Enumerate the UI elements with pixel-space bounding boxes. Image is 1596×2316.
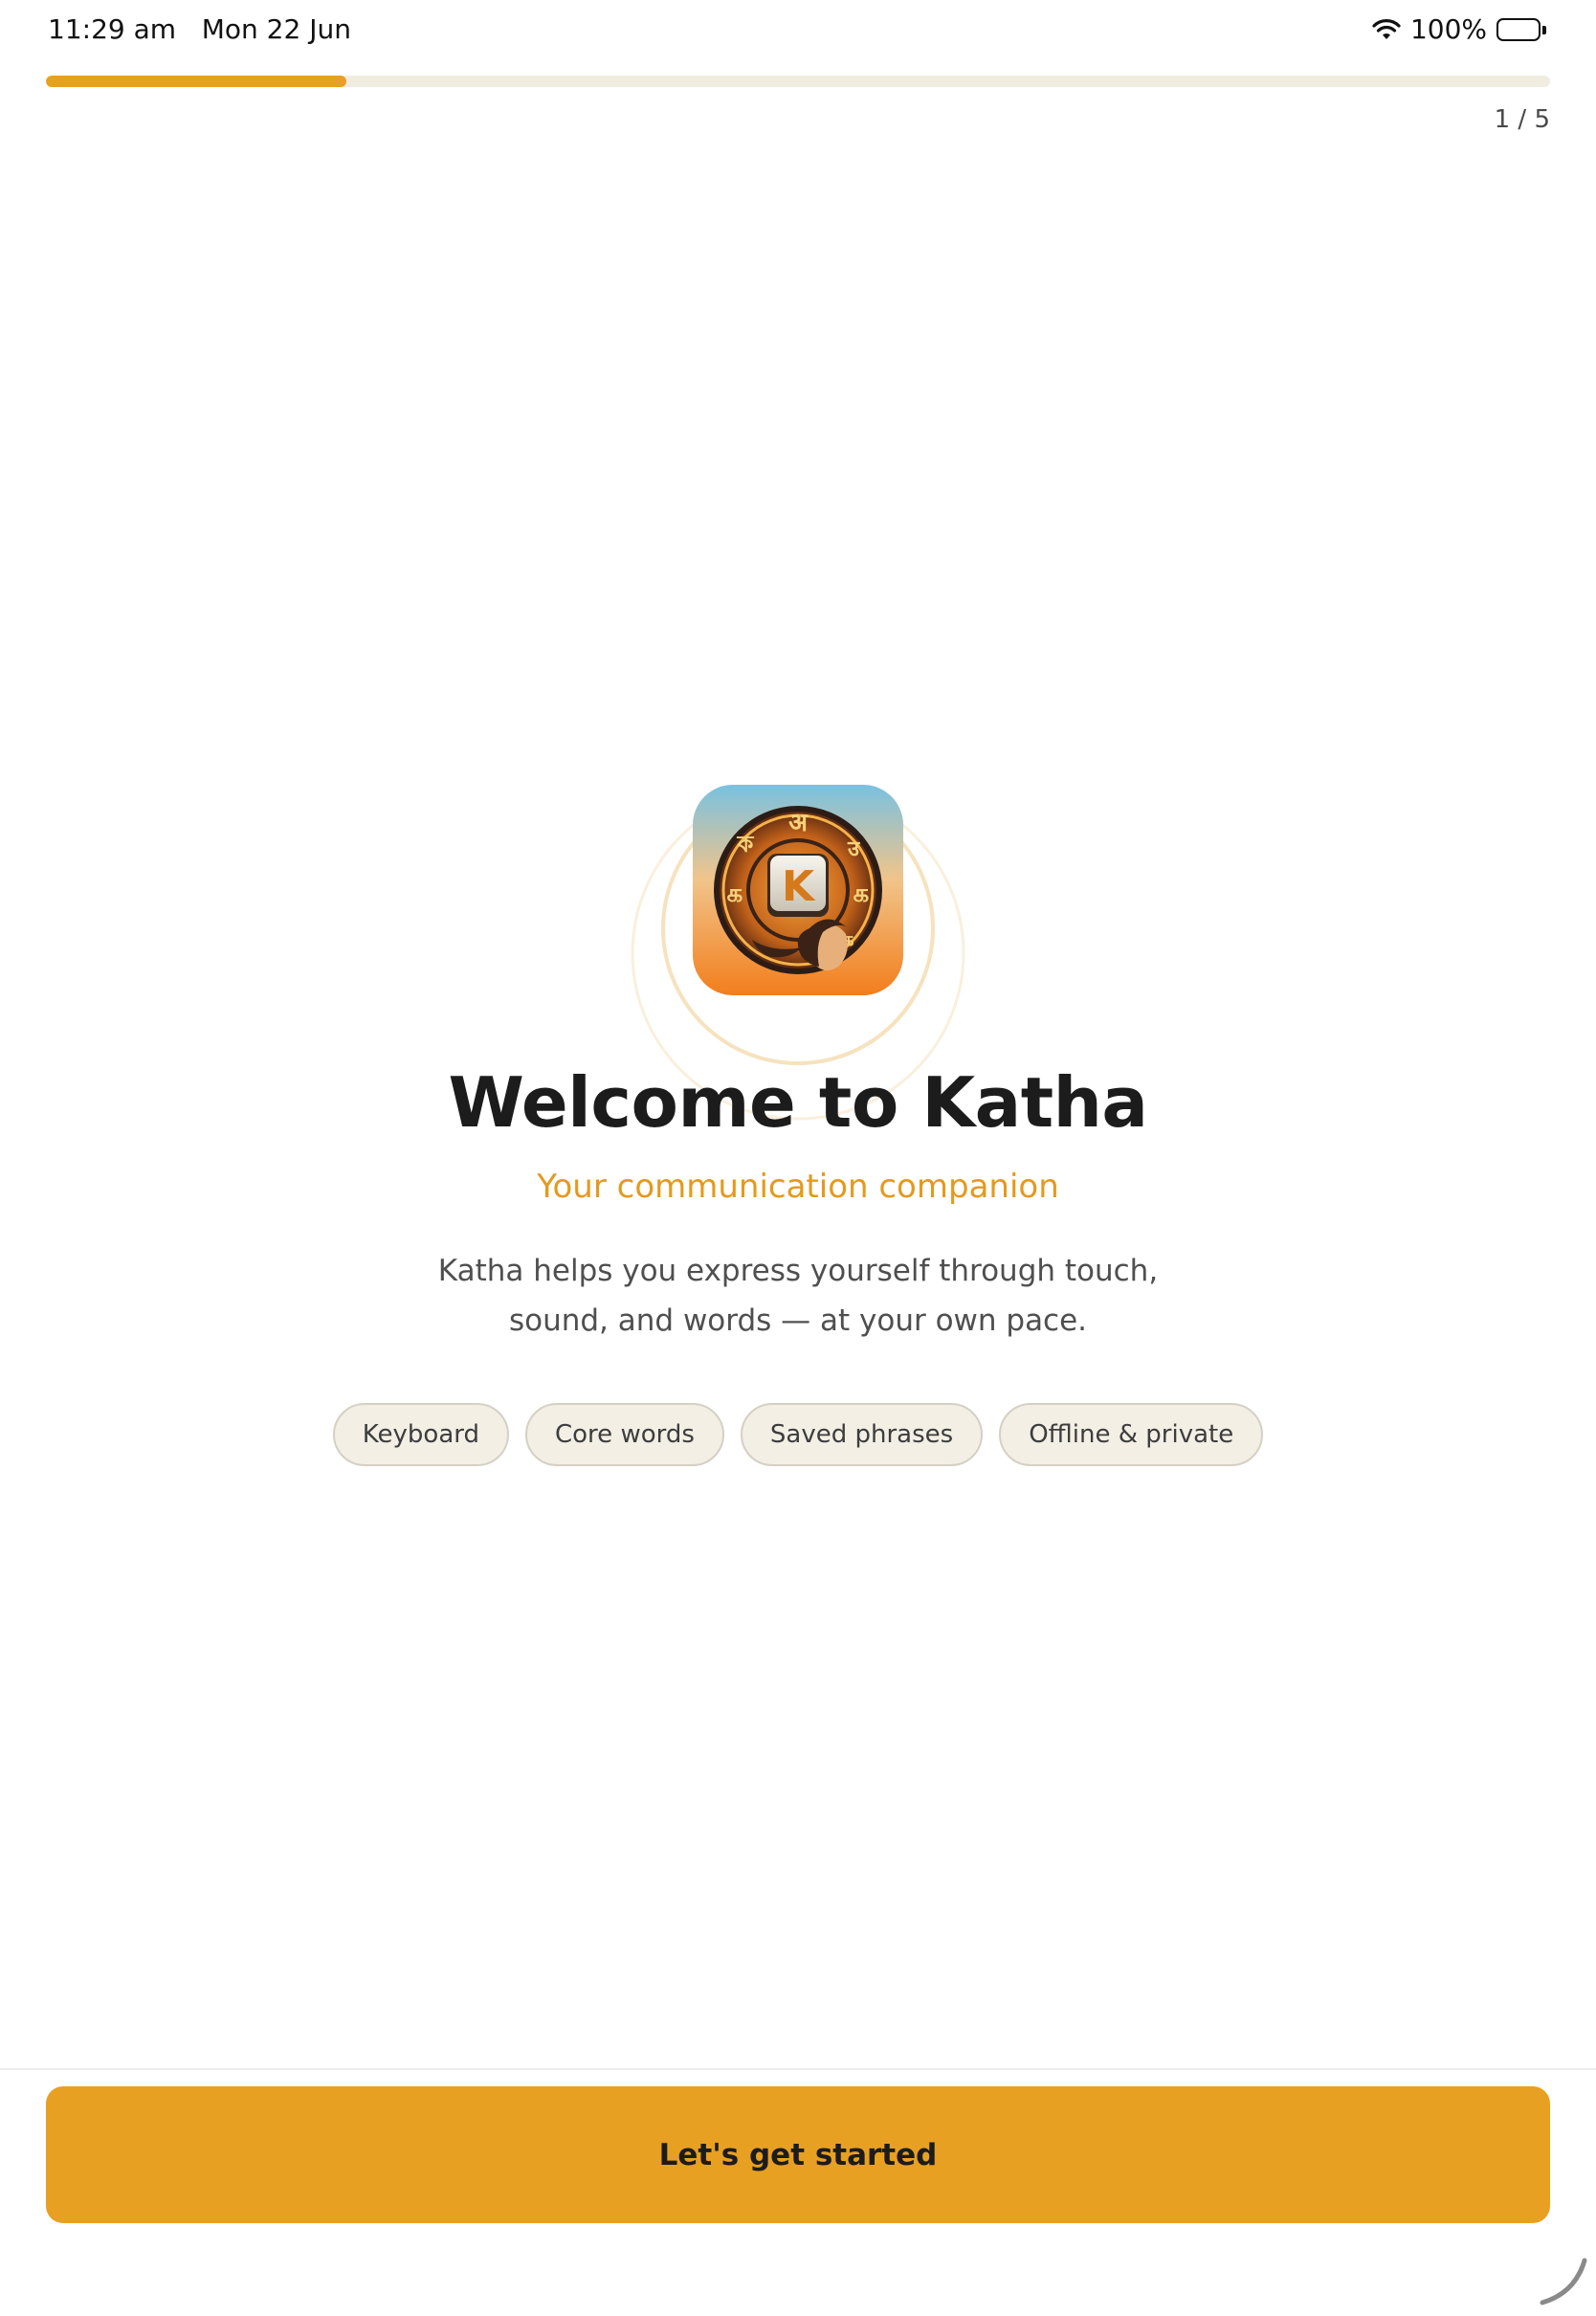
- step-counter: 1 / 5: [1494, 105, 1550, 134]
- onboarding-progress-bar: [46, 76, 1550, 87]
- feature-chip-core-words: Core words: [525, 1403, 724, 1466]
- feature-chips: Keyboard Core words Saved phrases Offlin…: [0, 1403, 1596, 1466]
- feature-chip-keyboard: Keyboard: [332, 1403, 509, 1466]
- battery-percentage: 100%: [1409, 13, 1487, 45]
- bottom-divider: [0, 2068, 1596, 2070]
- feature-chip-saved-phrases: Saved phrases: [740, 1403, 984, 1466]
- welcome-subtitle: Your communication companion: [537, 1168, 1059, 1206]
- ring-glyph: க: [853, 880, 870, 908]
- wifi-icon: [1372, 18, 1401, 39]
- ring-glyph: उ: [847, 837, 860, 861]
- welcome-description: Katha helps you express yourself through…: [437, 1254, 1159, 1338]
- ring-glyph: க: [727, 880, 743, 908]
- ring-glyph: अ: [788, 809, 809, 837]
- get-started-button[interactable]: Let's get started: [46, 2086, 1550, 2223]
- status-clock: 11:29 am: [48, 13, 177, 45]
- status-date: Mon 22 Jun: [201, 13, 351, 45]
- status-time: 11:29 am Mon 22 Jun: [48, 13, 351, 45]
- ring-glyph: ক: [737, 831, 755, 857]
- progress-fill: [46, 76, 347, 87]
- status-bar: 11:29 am Mon 22 Jun 100%: [0, 0, 1596, 61]
- resize-handle-icon[interactable]: [1537, 2255, 1590, 2308]
- logo-key-letter: K: [782, 862, 816, 911]
- feature-chip-offline-private: Offline & private: [999, 1403, 1264, 1466]
- battery-icon: [1496, 17, 1546, 41]
- welcome-title: Welcome to Katha: [448, 1062, 1148, 1143]
- status-indicators: 100%: [1372, 13, 1546, 45]
